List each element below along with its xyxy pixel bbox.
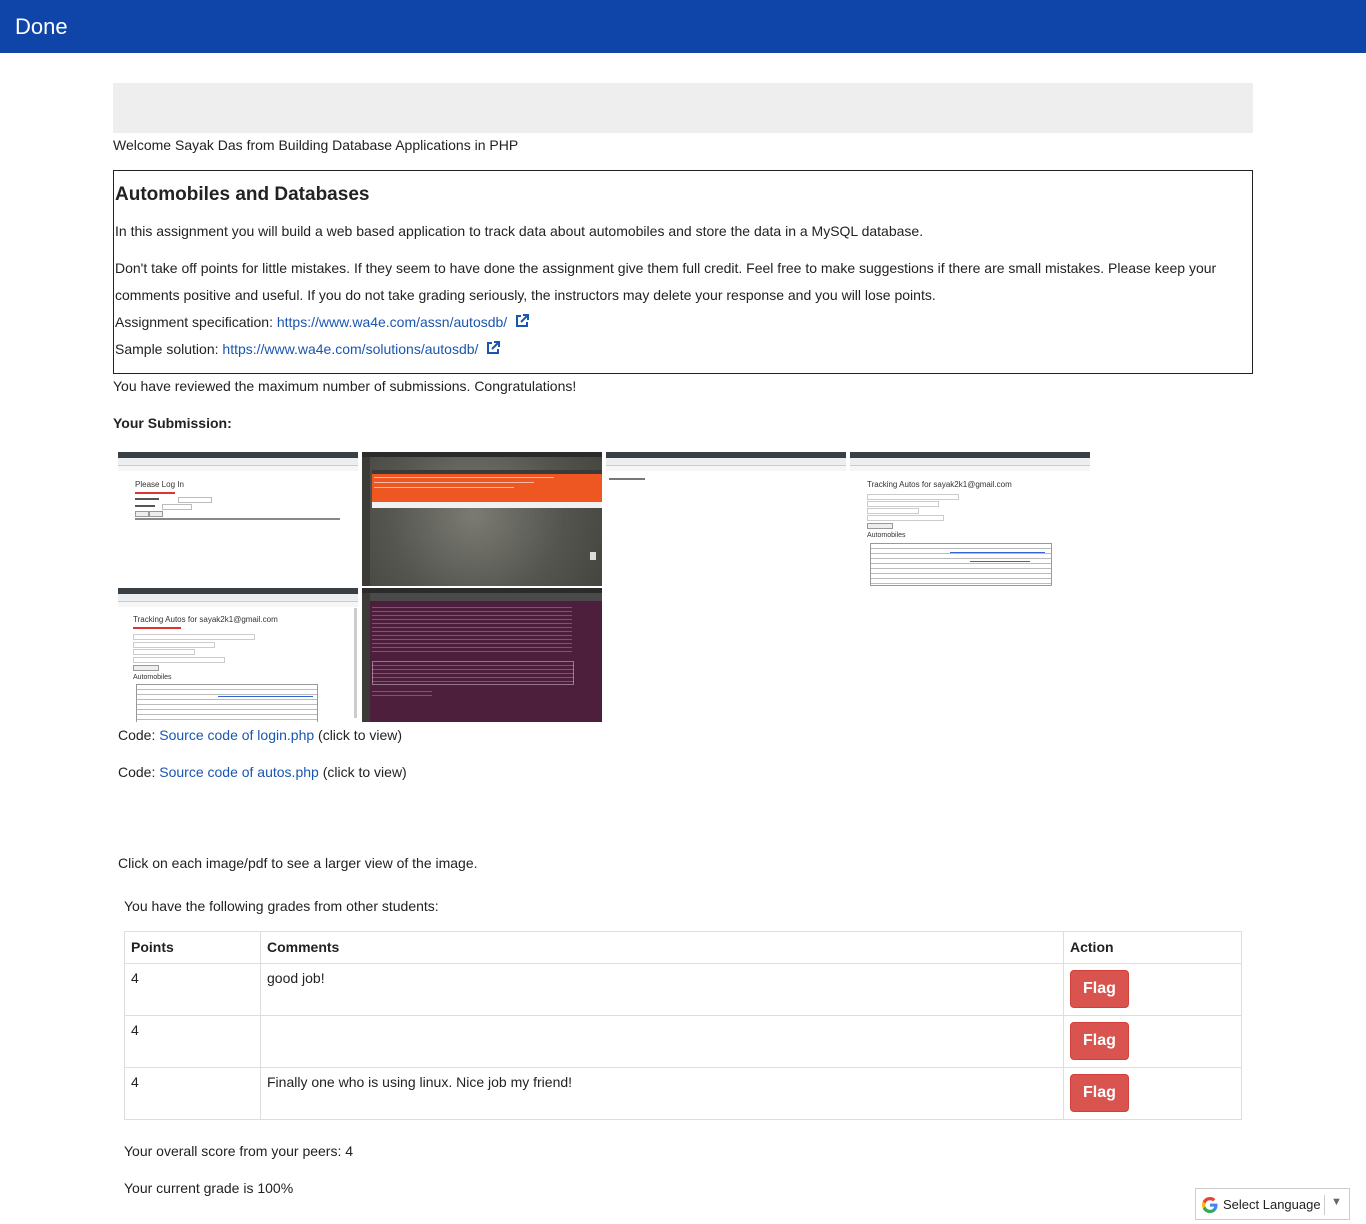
thumb-tracking-title: Tracking Autos for sayak2k1@gmail.com — [867, 480, 1012, 489]
top-bar: Done — [0, 0, 1366, 53]
current-grade: Your current grade is 100% — [124, 1180, 294, 1196]
grades-header-row: Points Comments Action — [124, 931, 1242, 964]
grading-instructions-line2: comments positive and useful. If you do … — [115, 287, 936, 303]
table-row: 4 good job! Flag — [124, 963, 1242, 1016]
language-selector[interactable]: Select Language ▼ — [1195, 1188, 1350, 1220]
assignment-spec-link[interactable]: https://www.wa4e.com/assn/autosdb/ — [277, 314, 507, 330]
submission-image-login[interactable]: Please Log In — [118, 452, 358, 586]
external-link-icon[interactable] — [514, 313, 530, 329]
grade-comment — [260, 1015, 1064, 1068]
flag-button[interactable]: Flag — [1070, 1022, 1129, 1060]
code-row-autos: Code: Source code of autos.php (click to… — [118, 764, 407, 780]
grades-table: Points Comments Action 4 good job! Flag … — [124, 931, 1242, 1120]
submission-image-blank[interactable] — [606, 452, 846, 586]
grades-intro: You have the following grades from other… — [124, 898, 439, 914]
grade-points: 4 — [124, 1015, 261, 1068]
code-prefix: Code: — [118, 727, 156, 743]
col-comments: Comments — [260, 931, 1064, 964]
source-autos-link[interactable]: Source code of autos.php — [159, 764, 319, 780]
code-suffix: (click to view) — [318, 727, 403, 743]
grade-action-cell: Flag — [1063, 963, 1242, 1016]
external-link-icon[interactable] — [485, 340, 501, 356]
submission-image-autos-error[interactable]: Tracking Autos for sayak2k1@gmail.com Au… — [118, 588, 358, 722]
overall-peer-score: Your overall score from your peers: 4 — [124, 1143, 354, 1159]
assignment-intro: In this assignment you will build a web … — [115, 223, 924, 239]
source-login-link[interactable]: Source code of login.php — [159, 727, 314, 743]
assignment-box: Automobiles and Databases In this assign… — [113, 170, 1253, 374]
grade-comment: Finally one who is using linux. Nice job… — [260, 1067, 1064, 1120]
col-points: Points — [124, 931, 261, 964]
google-g-icon — [1202, 1197, 1218, 1213]
spec-label: Assignment specification: — [115, 314, 273, 330]
table-row: 4 Finally one who is using linux. Nice j… — [124, 1067, 1242, 1120]
table-row: 4 Flag — [124, 1015, 1242, 1068]
grade-points: 4 — [124, 1067, 261, 1120]
grade-action-cell: Flag — [1063, 1015, 1242, 1068]
thumb-automobiles-heading: Automobiles — [867, 532, 906, 539]
submission-image-terminal-error[interactable] — [362, 452, 602, 586]
submission-image-mysql-terminal[interactable] — [362, 588, 602, 722]
assignment-title: Automobiles and Databases — [115, 184, 370, 205]
info-banner — [113, 83, 1253, 133]
submission-heading: Your Submission: — [113, 415, 232, 431]
click-image-note: Click on each image/pdf to see a larger … — [118, 855, 478, 871]
sample-solution-row: Sample solution: https://www.wa4e.com/so… — [115, 336, 501, 363]
language-divider — [1324, 1195, 1325, 1215]
submission-image-autos[interactable]: Tracking Autos for sayak2k1@gmail.com Au… — [850, 452, 1090, 586]
col-action: Action — [1063, 931, 1242, 964]
flag-button[interactable]: Flag — [1070, 1074, 1129, 1112]
thumb-automobiles-heading-2: Automobiles — [133, 674, 172, 681]
flag-button[interactable]: Flag — [1070, 970, 1129, 1008]
grading-instructions-line1: Don't take off points for little mistake… — [115, 260, 1217, 276]
chevron-down-icon: ▼ — [1331, 1196, 1342, 1208]
grade-points: 4 — [124, 963, 261, 1016]
code-suffix: (click to view) — [322, 764, 407, 780]
sample-solution-link[interactable]: https://www.wa4e.com/solutions/autosdb/ — [222, 341, 478, 357]
grade-comment: good job! — [260, 963, 1064, 1016]
thumb-tracking-title-2: Tracking Autos for sayak2k1@gmail.com — [133, 615, 278, 624]
code-prefix: Code: — [118, 764, 156, 780]
code-row-login: Code: Source code of login.php (click to… — [118, 727, 402, 743]
grade-action-cell: Flag — [1063, 1067, 1242, 1120]
page-status-title: Done — [15, 14, 68, 39]
language-label: Select Language — [1223, 1197, 1321, 1212]
welcome-text: Welcome Sayak Das from Building Database… — [113, 137, 519, 153]
sample-label: Sample solution: — [115, 341, 219, 357]
thumb-login-title: Please Log In — [135, 480, 184, 489]
assignment-spec-row: Assignment specification: https://www.wa… — [115, 309, 530, 336]
reviewed-message: You have reviewed the maximum number of … — [113, 378, 577, 394]
